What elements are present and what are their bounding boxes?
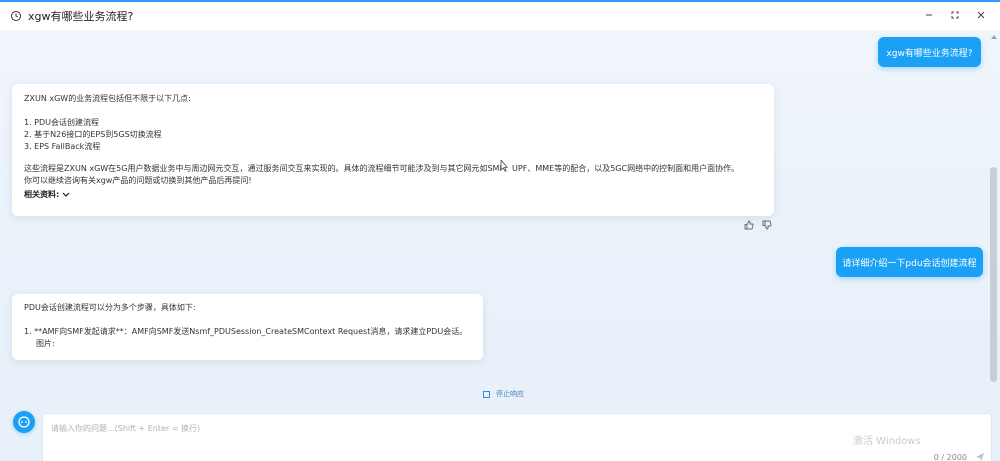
- window-controls: [924, 10, 986, 20]
- related-docs-toggle[interactable]: 相关资料:: [24, 189, 762, 201]
- stop-response-label: 停止响应: [496, 390, 524, 398]
- answer-list: 1. **AMF向SMF发起请求**：AMF向SMF发送Nsmf_PDUSess…: [24, 326, 471, 350]
- stop-icon: [483, 390, 490, 398]
- minimize-icon[interactable]: [924, 10, 934, 20]
- answer-summary: 这些流程是ZXUN xGW在5G用户数据业务中与周边网元交互，通过服务间交互来实…: [24, 164, 740, 173]
- user-message-text: xgw有哪些业务流程?: [886, 48, 973, 59]
- window-title: xgw有哪些业务流程?: [28, 10, 134, 23]
- list-item: 2. 基于N26接口的EPS到5GS切换流程: [24, 130, 162, 139]
- list-item: 1. **AMF向SMF发起请求**：AMF向SMF发送Nsmf_PDUSess…: [24, 327, 468, 336]
- assistant-avatar-icon[interactable]: [13, 411, 35, 433]
- answer-list: 1. PDU会话创建流程 2. 基于N26接口的EPS到5GS切换流程 3. E…: [24, 117, 762, 153]
- thumbs-down-icon[interactable]: [762, 220, 772, 230]
- answer-intro: ZXUN xGW的业务流程包括但不限于以下几点:: [24, 94, 191, 103]
- image-placeholder-label: 图片:: [36, 339, 55, 348]
- user-message-text: 请详细介绍一下pdu会话创建流程: [842, 258, 977, 269]
- answer-intro: PDU会话创建流程可以分为多个步骤，具体如下:: [24, 303, 196, 312]
- list-item: 1. PDU会话创建流程: [24, 118, 100, 127]
- history-icon[interactable]: [10, 10, 22, 22]
- chevron-down-icon: [62, 192, 70, 197]
- list-item: 3. EPS FallBack流程: [24, 142, 101, 151]
- stop-response-button[interactable]: 停止响应: [483, 389, 524, 399]
- mouse-cursor-icon: [500, 160, 508, 172]
- ai-answer-card: ZXUN xGW的业务流程包括但不限于以下几点: 1. PDU会话创建流程 2.…: [12, 84, 774, 216]
- feedback-buttons: [744, 220, 772, 230]
- answer-followup: 你可以继续咨询有关xgw产品的问题或切换到其他产品后再提问!: [24, 176, 252, 185]
- ai-answer-card: PDU会话创建流程可以分为多个步骤，具体如下: 1. **AMF向SMF发起请求…: [12, 294, 483, 360]
- title-bar: xgw有哪些业务流程?: [0, 2, 1000, 30]
- chat-input[interactable]: [51, 420, 951, 436]
- user-message-bubble[interactable]: 请详细介绍一下pdu会话创建流程: [836, 247, 983, 277]
- chat-input-area[interactable]: 激活 Windows 0 / 2000: [42, 413, 992, 461]
- close-icon[interactable]: [976, 10, 986, 20]
- send-icon[interactable]: [975, 452, 985, 461]
- char-counter: 0 / 2000: [933, 453, 967, 461]
- related-docs-label: 相关资料:: [24, 190, 60, 199]
- user-message-bubble[interactable]: xgw有哪些业务流程?: [878, 37, 981, 67]
- thumbs-up-icon[interactable]: [744, 220, 754, 230]
- scrollbar-thumb[interactable]: [990, 167, 997, 382]
- app-window: xgw有哪些业务流程? xgw有哪些业务流程? ZXUN xGW的业务流程包括但…: [0, 0, 1000, 461]
- maximize-icon[interactable]: [950, 10, 960, 20]
- scroll-up-icon[interactable]: [991, 34, 997, 40]
- windows-watermark: 激活 Windows: [853, 436, 921, 447]
